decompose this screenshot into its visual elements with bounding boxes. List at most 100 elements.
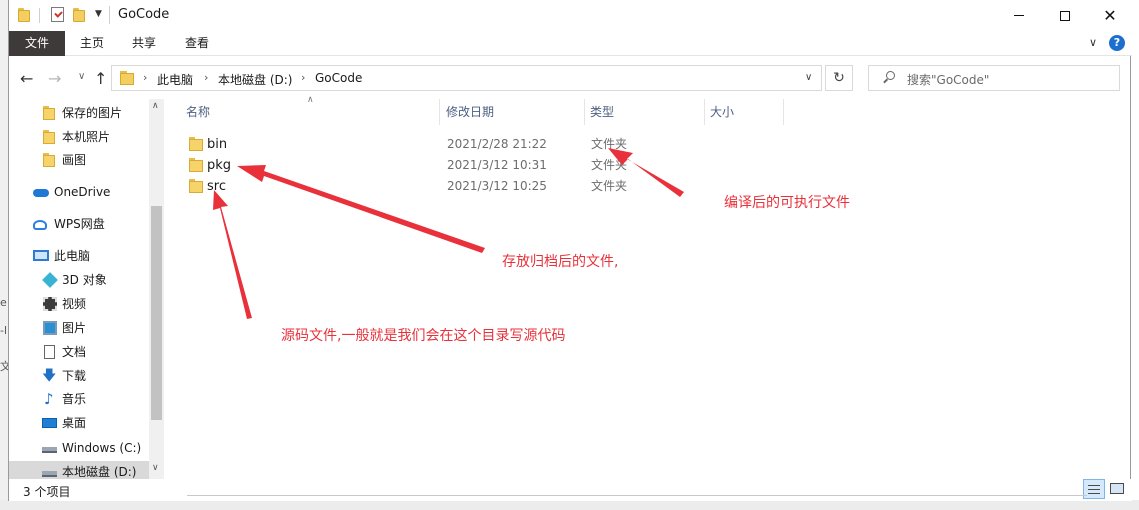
properties-icon[interactable] — [51, 7, 64, 22]
column-header-modified[interactable]: 修改日期 — [446, 99, 494, 125]
file-type: 文件夹 — [591, 137, 628, 151]
recent-locations-icon[interactable]: ∨ — [78, 71, 85, 82]
sidebar-item-paint[interactable]: 画图 — [9, 149, 149, 171]
sidebar-item-videos[interactable]: 视频 — [9, 293, 149, 315]
window-title: GoCode — [118, 7, 170, 22]
search-placeholder: 搜索"GoCode" — [907, 73, 990, 87]
desktop-icon — [42, 418, 57, 428]
file-row-bin[interactable]: bin 2021/2/28 21:22 文件夹 — [181, 134, 781, 155]
file-row-pkg[interactable]: pkg 2021/3/12 10:31 文件夹 — [181, 155, 781, 176]
tab-file[interactable]: 文件 — [9, 31, 65, 56]
breadcrumb-gocode[interactable]: GoCode — [315, 71, 362, 85]
refresh-button[interactable]: ↻ — [825, 65, 853, 91]
maximize-icon — [1060, 10, 1070, 21]
tab-share[interactable]: 共享 — [119, 31, 169, 56]
folder-icon — [43, 130, 57, 144]
ribbon-tabs: 文件 主页 共享 查看 ∨ ? — [9, 31, 1132, 56]
chevron-right-icon[interactable]: › — [204, 71, 208, 84]
file-modified: 2021/2/28 21:22 — [447, 137, 547, 151]
sidebar-item-3d-objects[interactable]: 3D 对象 — [9, 269, 149, 291]
file-type: 文件夹 — [591, 179, 628, 193]
status-bar: 3 个项目 — [9, 479, 1132, 501]
sidebar-item-this-pc[interactable]: 此电脑 — [9, 245, 149, 267]
search-icon — [883, 71, 895, 84]
sidebar-item-drive-c[interactable]: Windows (C:) — [9, 437, 149, 459]
background-window-edge: e -l 文 — [0, 0, 11, 510]
sidebar-item-drive-d[interactable]: 本地磁盘 (D:) — [9, 461, 149, 479]
sidebar-item-camera-roll[interactable]: 本机照片 — [9, 126, 149, 148]
sidebar-item-wps-cloud[interactable]: WPS网盘 — [9, 213, 149, 235]
folder-icon — [189, 179, 203, 193]
address-dropdown-icon[interactable]: ∨ — [805, 72, 812, 83]
breadcrumb-this-pc[interactable]: 此电脑 — [157, 71, 193, 88]
minimize-icon — [1014, 15, 1024, 16]
chevron-right-icon[interactable]: › — [301, 71, 305, 84]
navigation-bar: ← → ∨ ↑ › 此电脑 › 本地磁盘 (D:) › GoCode ∨ ↻ 搜… — [9, 57, 1132, 99]
column-header-row: 名称 修改日期 类型 大小 — [9, 99, 1132, 125]
file-name: src — [207, 179, 226, 194]
sidebar-scrollbar[interactable]: ∧ ∨ — [149, 99, 164, 479]
scroll-down-icon[interactable]: ∨ — [152, 463, 159, 473]
item-count: 3 个项目 — [23, 485, 71, 499]
annotation-bin: 编译后的可执行文件 — [724, 195, 850, 211]
file-row-src[interactable]: src 2021/3/12 10:25 文件夹 — [181, 176, 781, 197]
picture-icon — [43, 321, 57, 335]
drive-icon — [42, 471, 57, 477]
help-icon[interactable]: ? — [1109, 35, 1125, 51]
sidebar-item-onedrive[interactable]: OneDrive — [9, 181, 149, 203]
search-box[interactable]: 搜索"GoCode" — [868, 65, 1120, 91]
up-arrow-icon[interactable]: ↑ — [94, 69, 107, 88]
file-type: 文件夹 — [591, 158, 628, 172]
sort-ascending-icon: ∧ — [307, 95, 314, 105]
refresh-icon: ↻ — [833, 70, 845, 86]
chevron-right-icon[interactable]: › — [143, 71, 147, 84]
breadcrumb-drive-d[interactable]: 本地磁盘 (D:) — [218, 71, 292, 88]
annotation-src: 源码文件,一般就是我们会在这个目录写源代码 — [281, 328, 566, 344]
download-icon: 🡇 — [42, 368, 57, 384]
maximize-button[interactable] — [1042, 0, 1088, 31]
large-icons-view-button[interactable] — [1108, 480, 1126, 498]
folder-icon — [189, 158, 203, 172]
music-icon: ♪ — [44, 390, 54, 408]
folder-icon — [189, 137, 203, 151]
scrollbar-thumb[interactable] — [151, 206, 162, 420]
computer-icon — [33, 250, 49, 261]
folder-icon — [18, 8, 30, 22]
sidebar-item-desktop[interactable]: 桌面 — [9, 412, 149, 434]
details-view-button[interactable] — [1083, 479, 1105, 499]
quick-access-dropdown-icon[interactable]: ▼ — [95, 9, 102, 19]
annotation-pkg: 存放归档后的文件, — [502, 254, 619, 270]
minimize-button[interactable] — [996, 0, 1042, 31]
address-bar[interactable]: › 此电脑 › 本地磁盘 (D:) › GoCode ∨ — [111, 65, 822, 91]
background-edge — [0, 500, 1139, 510]
column-header-type[interactable]: 类型 — [590, 99, 614, 125]
close-button[interactable]: ✕ — [1087, 0, 1133, 31]
large-icons-icon — [1110, 483, 1124, 494]
sidebar-item-documents[interactable]: 文档 — [9, 341, 149, 363]
sidebar-item-pictures[interactable]: 图片 — [9, 317, 149, 339]
sidebar-item-music[interactable]: ♪ 音乐 — [9, 388, 149, 410]
file-modified: 2021/3/12 10:31 — [447, 158, 547, 172]
sidebar-item-downloads[interactable]: 🡇 下载 — [9, 365, 149, 387]
tab-view[interactable]: 查看 — [172, 31, 222, 56]
navigation-pane: 保存的图片 本机照片 画图 OneDrive WPS网盘 此电脑 3D 对象 视… — [9, 99, 165, 479]
drive-icon — [42, 447, 57, 453]
file-name: bin — [207, 137, 228, 152]
column-header-name[interactable]: 名称 — [186, 99, 210, 125]
cube-3d-icon — [42, 272, 58, 288]
cloud-icon — [33, 189, 49, 197]
file-modified: 2021/3/12 10:25 — [447, 179, 547, 193]
folder-icon — [43, 153, 57, 167]
close-icon: ✕ — [1103, 5, 1117, 25]
back-arrow-icon[interactable]: ← — [20, 69, 33, 88]
forward-arrow-icon[interactable]: → — [48, 69, 61, 88]
folder-icon — [120, 71, 134, 85]
tab-home[interactable]: 主页 — [67, 31, 117, 56]
column-header-size[interactable]: 大小 — [710, 99, 734, 125]
new-folder-icon[interactable] — [73, 8, 85, 22]
wps-cloud-icon — [33, 220, 47, 230]
expand-ribbon-icon[interactable]: ∨ — [1089, 36, 1097, 49]
document-icon — [44, 345, 55, 359]
file-name: pkg — [207, 158, 232, 173]
title-bar[interactable]: ▼ GoCode ✕ — [9, 0, 1132, 31]
